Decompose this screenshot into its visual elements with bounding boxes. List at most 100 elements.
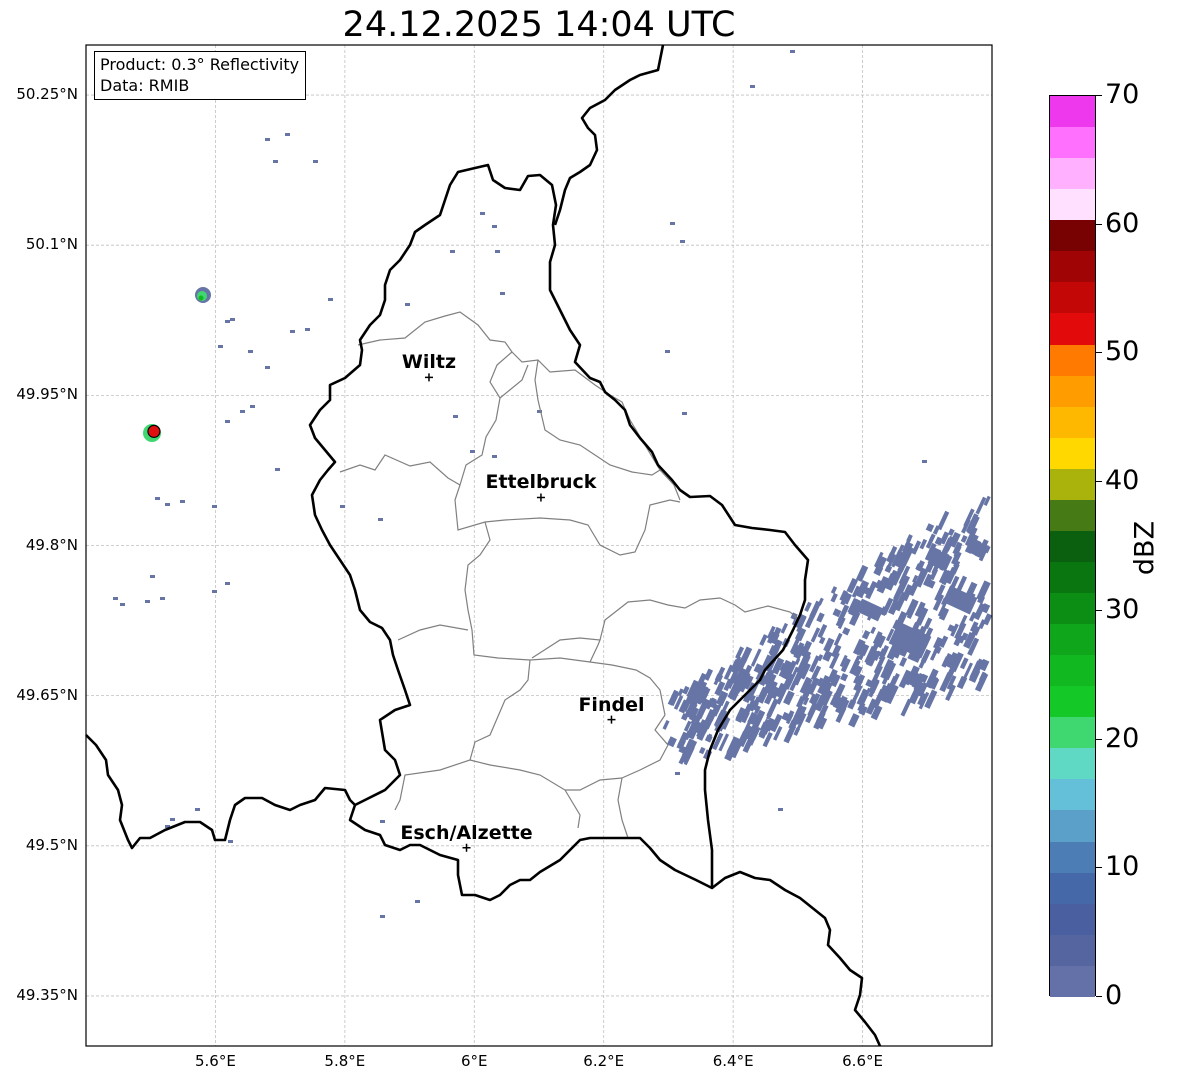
colorbar-segment [1050,437,1095,469]
radar-map [85,44,993,1047]
echo-cell [680,240,685,243]
echo-cell [145,600,150,603]
colorbar-tick [1096,223,1102,225]
lon-tick-label: 6.2°E [583,1052,625,1070]
lat-tick-label: 49.35°N [16,985,78,1004]
echo-cell [922,460,927,463]
colorbar-segment [1050,251,1095,283]
echo-cell [313,160,318,163]
colorbar-tick [1096,867,1102,869]
echo-cell [230,318,235,321]
colorbar-segment [1050,841,1095,873]
colorbar-tick-label: 70 [1105,79,1140,110]
echo-cell [120,603,125,606]
colorbar-segment [1050,655,1095,687]
echo-cell [228,840,233,843]
colorbar-tick [1096,352,1102,354]
colorbar-segment [1050,717,1095,749]
colorbar-tick [1096,996,1102,997]
echo-cell [170,818,175,821]
colorbar-segment [1050,810,1095,842]
radar-site-marker [147,424,161,438]
lon-tick-label: 6°E [461,1052,488,1070]
city-label: Wiltz [401,351,457,374]
lon-tick-label: 6.6°E [842,1052,883,1070]
echo-cell [670,222,675,225]
lon-tick-label: 6.4°E [712,1052,754,1070]
echo-cell [380,915,385,918]
colorbar-segment [1050,282,1095,314]
colorbar-segment [1050,96,1095,128]
colorbar-tick-label: 0 [1105,980,1123,1011]
echo-cell [285,133,290,136]
colorbar-label: dBZ [1129,520,1161,576]
echo-cell [492,455,497,458]
echo-cell [198,295,204,301]
product-label: Product: 0.3° Reflectivity [100,55,300,74]
colorbar-segment [1050,127,1095,159]
echo-cell [225,420,230,423]
lat-tick-label: 50.1°N [25,235,78,254]
lat-tick-label: 49.8°N [25,535,78,554]
echo-cell [265,138,270,141]
echo-cell [750,85,755,88]
echo-cell [492,225,497,228]
city-label: Ettelbruck [485,471,597,494]
echo-cell [405,303,410,306]
echo-cell [328,298,333,301]
lon-tick-label: 5.8°E [324,1052,366,1070]
echo-cell [250,405,255,408]
colorbar-tick [1096,481,1102,483]
colorbar-tick-label: 10 [1105,851,1140,883]
city-label: Esch/Alzette [400,821,533,844]
echo-cell [212,505,217,508]
echo-cell [495,250,500,253]
echo-cell [195,808,200,811]
lat-tick-label: 49.65°N [16,685,78,704]
echo-cell [682,412,687,415]
colorbar-segment [1050,561,1095,593]
echo-cell [160,597,165,600]
colorbar-segment [1050,375,1095,407]
echo-cell [218,345,223,348]
echo-cell [450,250,455,253]
echo-cell [113,597,118,600]
colorbar-segment [1050,624,1095,656]
colorbar-segment [1050,965,1095,997]
echo-cell [165,503,170,506]
echo-cell [470,450,475,453]
echo-cell [225,320,230,323]
lat-tick-label: 50.25°N [16,85,78,104]
colorbar-segment [1050,686,1095,718]
echo-cell [248,350,253,353]
echo-cell [500,292,505,295]
echo-cell [290,330,295,333]
colorbar-segment [1050,158,1095,190]
echo-cell [665,350,670,353]
echo-cell [778,808,783,811]
colorbar-tick [1096,95,1102,96]
colorbar-segment [1050,220,1095,252]
echo-cell [305,328,310,331]
colorbar-tick-label: 50 [1105,336,1140,368]
colorbar-segment [1050,313,1095,345]
colorbar-segment [1050,406,1095,438]
echo-cell [790,50,795,53]
colorbar-segment [1050,593,1095,625]
colorbar-segment [1050,779,1095,811]
echo-cell [275,468,280,471]
colorbar-segment [1050,344,1095,376]
colorbar-segment [1050,468,1095,500]
colorbar-segment [1050,499,1095,531]
colorbar-segment [1050,189,1095,221]
colorbar-tick-label: 40 [1105,465,1140,497]
echo-cell [378,518,383,521]
city-label: Findel [578,693,645,716]
colorbar-segment [1050,872,1095,904]
echo-cell [480,212,485,215]
colorbar-segment [1050,530,1095,562]
colorbar-segment [1050,748,1095,780]
echo-cell [180,500,185,503]
lat-tick-label: 49.95°N [16,385,78,404]
colorbar-tick-label: 60 [1105,207,1140,239]
